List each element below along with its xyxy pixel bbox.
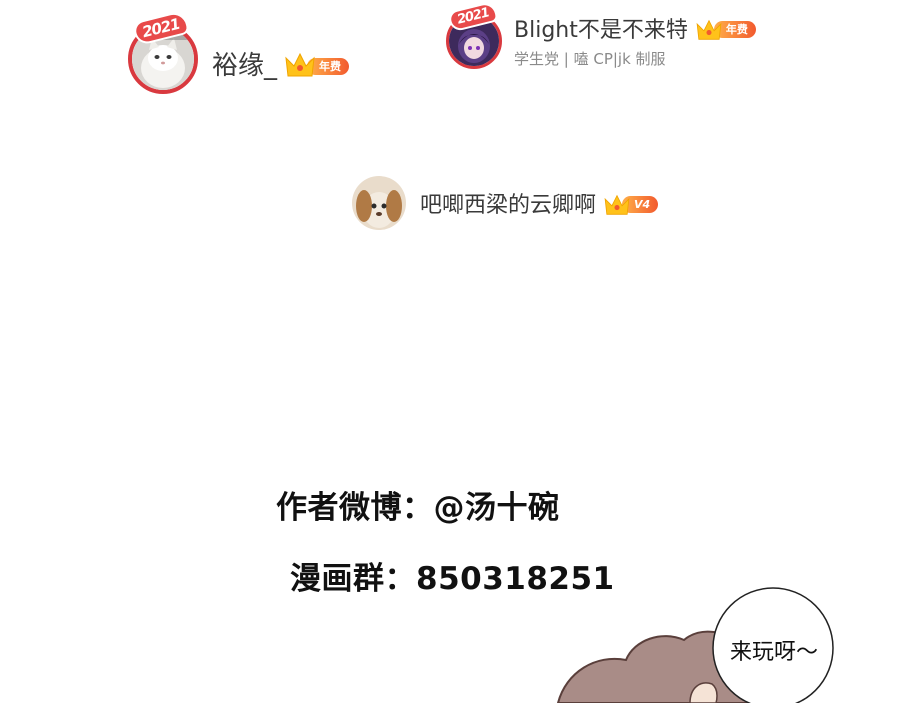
- crown-icon: [604, 194, 630, 215]
- avatar[interactable]: 2021: [128, 12, 198, 94]
- comic-group-credit: 漫画群：850318251: [290, 561, 615, 597]
- vip-badge: 年费: [285, 48, 350, 78]
- vip-badge: V4: [604, 190, 659, 216]
- name-row: Blight不是不来特 年费: [514, 12, 756, 44]
- avatar[interactable]: 2021: [446, 2, 502, 69]
- user-info: 裕缘_ 年费: [212, 45, 350, 82]
- name-row: 吧唧西梁的云卿啊 V4: [420, 187, 659, 219]
- vip-badge: 年费: [696, 15, 756, 41]
- crown-icon: [285, 52, 315, 77]
- speech-bubble-text: 来玩呀～: [729, 640, 818, 665]
- user-info: Blight不是不来特 年费 学生党 | 嗑 CP|jk 制服: [514, 12, 756, 69]
- dog-avatar-icon: [352, 176, 406, 230]
- user-bio: 学生党 | 嗑 CP|jk 制服: [514, 50, 666, 68]
- avatar[interactable]: [352, 176, 406, 230]
- username[interactable]: 吧唧西梁的云卿啊: [420, 187, 596, 219]
- name-row: 裕缘_ 年费: [212, 45, 350, 82]
- crown-icon: [696, 19, 722, 40]
- user-card: 2021 Blight不是不来特 年费 学生党 | 嗑 CP|jk 制服: [446, 2, 756, 69]
- user-info: 吧唧西梁的云卿啊 V4: [420, 187, 659, 219]
- username[interactable]: 裕缘_: [212, 45, 277, 82]
- user-card: 2021 裕缘_ 年费: [128, 12, 350, 94]
- user-card: 吧唧西梁的云卿啊 V4: [352, 176, 659, 230]
- username[interactable]: Blight不是不来特: [514, 12, 688, 44]
- author-weibo-credit: 作者微博：@汤十碗: [276, 490, 560, 526]
